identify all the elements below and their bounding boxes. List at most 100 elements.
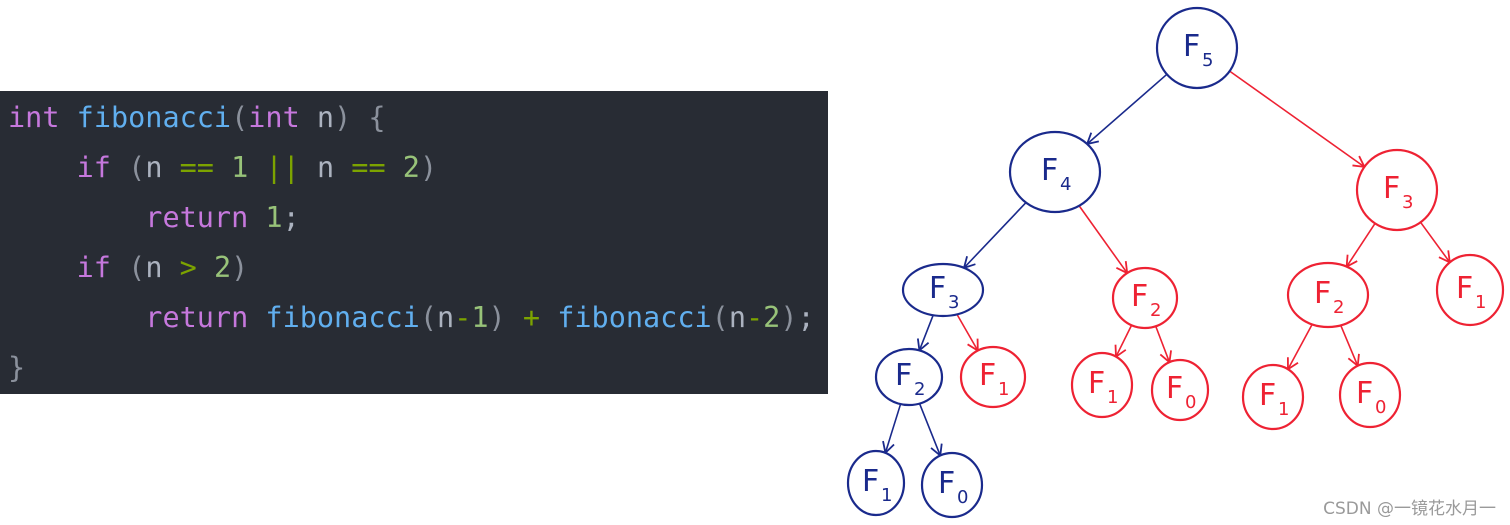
code-token: (: [419, 301, 438, 334]
node-label: F: [1356, 376, 1373, 411]
code-token: -: [746, 301, 764, 334]
code-token: }: [8, 351, 26, 384]
node-label: F: [1183, 29, 1200, 64]
node-subscript: 0: [1185, 392, 1196, 413]
code-token: fibonacci: [557, 301, 712, 334]
node-subscript: 4: [1060, 174, 1071, 195]
code-token: (: [711, 301, 729, 334]
code-token: n: [299, 101, 335, 134]
code-line: int fibonacci(int n) {: [0, 93, 828, 143]
node-subscript: 5: [1202, 50, 1213, 71]
code-token: +: [522, 301, 541, 334]
code-token: ==: [351, 151, 386, 184]
node-label: F: [895, 358, 912, 393]
code-token: fibonacci: [265, 301, 420, 334]
node-subscript: 0: [957, 487, 968, 508]
code-line: return fibonacci(n-1) + fibonacci(n-2);: [0, 293, 828, 343]
edge-line: [1287, 324, 1313, 370]
code-token: 2: [402, 151, 420, 184]
arrowhead-icon: [1345, 254, 1358, 269]
code-token: {: [368, 101, 386, 134]
code-token: ): [419, 151, 438, 184]
code-token: ): [334, 101, 352, 134]
code-token: return: [145, 201, 249, 234]
code-token: if: [76, 251, 111, 284]
code-token: (: [231, 101, 249, 134]
node-label: F: [979, 358, 996, 393]
edge-line: [1086, 73, 1168, 145]
code-token: n: [145, 251, 180, 284]
code-token: 2: [213, 251, 232, 284]
code-line: return 1;: [0, 193, 828, 243]
code-token: ): [780, 301, 798, 334]
code-line: }: [0, 343, 828, 393]
code-token: return: [145, 301, 249, 334]
fibonacci-recursion-tree: F 5F 4 F 3F 3 F 2 F 2F 1F 2 F 1 F 1 F 0 F 1 F 0F 1 F 0: [846, 6, 1505, 519]
node-subscript: 2: [1150, 300, 1161, 321]
node-subscript: 3: [948, 292, 959, 313]
node-label: F: [1259, 378, 1276, 413]
edge-line: [1419, 221, 1451, 263]
arrowhead-icon: [1352, 155, 1366, 168]
node-subscript: 2: [1333, 297, 1344, 318]
node-label: F: [1088, 366, 1105, 401]
code-token: (: [128, 251, 146, 284]
code-token: >: [179, 251, 197, 284]
node-subscript: 3: [1402, 192, 1413, 213]
node-label: F: [1314, 276, 1331, 311]
code-token: ): [488, 301, 506, 334]
code-token: -: [454, 301, 472, 334]
code-token: int: [248, 101, 300, 134]
code-token: (: [128, 151, 146, 184]
node-label: F: [1166, 371, 1183, 406]
node-label: F: [862, 464, 879, 499]
edge-line: [1345, 222, 1376, 268]
code-token: ;: [797, 301, 815, 334]
node-label: F: [929, 271, 946, 306]
code-token: 1: [265, 201, 283, 234]
edge-line: [918, 403, 942, 456]
code-token: if: [76, 151, 111, 184]
code-token: fibonacci: [76, 101, 232, 134]
code-token: ): [231, 251, 249, 284]
code-token: 1: [471, 301, 489, 334]
code-token: n: [145, 151, 180, 184]
watermark: CSDN @一镜花水月一: [1323, 499, 1496, 519]
code-token: 1: [231, 151, 249, 184]
code-block: int fibonacci(int n) { if (n == 1 || n =…: [0, 91, 828, 394]
edge-line: [963, 202, 1027, 269]
node-label: F: [1041, 153, 1058, 188]
code-token: 2: [763, 301, 781, 334]
node-subscript: 0: [1375, 397, 1386, 418]
code-line: if (n == 1 || n == 2): [0, 143, 828, 193]
code-token: ==: [179, 151, 214, 184]
node-subscript: 1: [881, 485, 892, 506]
node-subscript: 2: [914, 379, 925, 400]
node-subscript: 1: [1278, 399, 1289, 420]
node-label: F: [1383, 171, 1400, 206]
edge-line: [1229, 70, 1365, 168]
node-label: F: [1131, 279, 1148, 314]
code-token: n: [299, 151, 352, 184]
code-token: n: [437, 301, 455, 334]
edge-line: [1078, 205, 1128, 274]
code-token: n: [728, 301, 746, 334]
node-label: F: [1456, 271, 1473, 306]
code-line: if (n > 2): [0, 243, 828, 293]
node-subscript: 1: [1107, 387, 1118, 408]
